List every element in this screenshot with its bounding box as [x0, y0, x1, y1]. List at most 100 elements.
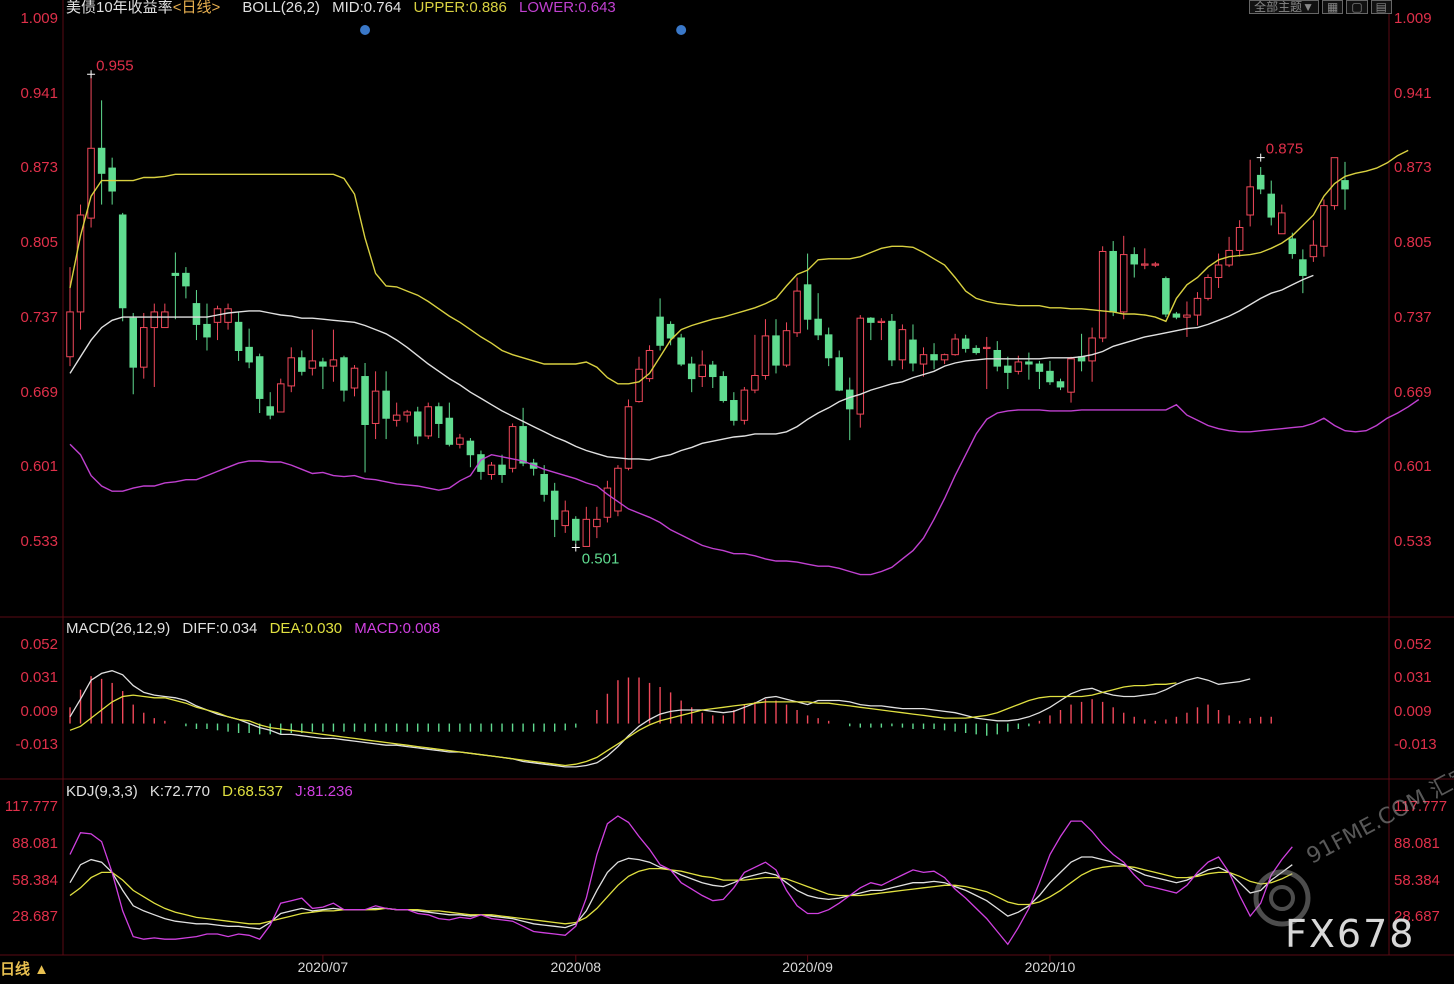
candle-body: [1204, 277, 1212, 299]
y-tick-label-right: 0.052: [1394, 636, 1432, 653]
candle-body: [1109, 250, 1117, 313]
candle-body: [161, 311, 169, 329]
candle-body: [814, 318, 822, 336]
candle-body: [329, 359, 338, 367]
candle-body: [845, 389, 854, 410]
candle-body: [1141, 263, 1149, 266]
y-tick-label-right: 0.805: [1394, 234, 1432, 251]
candle-body: [97, 147, 106, 174]
candle-body: [867, 317, 875, 323]
candle-body: [466, 440, 475, 456]
theme-button[interactable]: 全部主题▼: [1249, 0, 1319, 14]
candle-body: [550, 490, 559, 520]
candle-body: [1162, 278, 1170, 315]
candle-body: [234, 321, 243, 351]
candle-body: [1299, 259, 1307, 276]
y-tick-label-left: 0.601: [20, 458, 58, 475]
event-dot: [676, 25, 687, 35]
candle-body: [224, 308, 232, 323]
candle-body: [392, 414, 401, 421]
watermark-logo: [1269, 885, 1295, 911]
y-tick-label-left: 0.052: [20, 636, 58, 653]
upper-label: UPPER:0.886: [413, 0, 507, 16]
y-tick-label-right: 0.941: [1394, 85, 1432, 102]
candle-body: [677, 337, 685, 365]
y-tick-label-right: 0.009: [1394, 703, 1432, 720]
kdj-k-line: [69, 856, 1293, 930]
candle-body: [203, 323, 211, 338]
y-tick-label-left: 1.009: [20, 10, 58, 27]
candle-body: [1119, 254, 1128, 313]
kdj-k: K:72.770: [149, 783, 210, 800]
candle-body: [435, 406, 443, 424]
candle-body: [614, 467, 622, 512]
window-icon[interactable]: ▢: [1346, 0, 1368, 14]
candle-body: [730, 400, 738, 421]
y-tick-label-right: 88.081: [1394, 835, 1440, 852]
candle-body: [1025, 361, 1033, 365]
macd-diff: DIFF:0.034: [182, 620, 258, 637]
candle-body: [930, 354, 938, 361]
candle-body: [371, 390, 380, 424]
y-tick-label-left: 0.009: [20, 703, 58, 720]
candle-body: [1309, 244, 1318, 258]
y-tick-label-left: 0.737: [20, 309, 58, 326]
candle-body: [919, 354, 928, 365]
extreme-marker: [1256, 153, 1265, 162]
candle-body: [108, 167, 116, 192]
candle-body: [572, 518, 580, 541]
x-tick-label: 2020/10: [1025, 959, 1076, 975]
candle-body: [824, 334, 833, 359]
layout-icon[interactable]: ▤: [1370, 0, 1392, 14]
candle-body: [687, 363, 696, 380]
y-tick-label-right: 0.533: [1394, 533, 1432, 550]
y-tick-label-left: 88.081: [12, 835, 58, 852]
candle-body: [751, 375, 759, 391]
candle-body: [87, 147, 95, 219]
macd-dea-line: [69, 682, 1177, 767]
high-label: 0.875: [1266, 141, 1304, 158]
candle-body: [856, 317, 865, 415]
grid-icon[interactable]: ▦: [1321, 0, 1344, 14]
candle-body: [424, 406, 433, 437]
candle-body: [635, 368, 643, 403]
y-tick-label-left: 58.384: [12, 872, 58, 889]
candle-body: [255, 356, 264, 399]
candle-body: [1046, 370, 1054, 383]
candle-body: [192, 303, 201, 325]
event-dot: [360, 25, 371, 35]
candle-body: [782, 330, 791, 366]
y-tick-label-left: 0.805: [20, 234, 58, 251]
chart-root: 1.009 1.009 0.941 0.941 0.873 0.873 0.805 0.805…: [0, 0, 1454, 975]
y-tick-label-right: 1.009: [1394, 10, 1432, 27]
candle-body: [540, 474, 548, 495]
candle-body: [709, 364, 717, 378]
candle-body: [361, 376, 369, 425]
macd-dea: DEA:0.030: [269, 620, 343, 637]
mid-label: MID:0.764: [332, 0, 402, 16]
period-label[interactable]: <日线>: [173, 0, 221, 16]
candle-body: [1193, 297, 1202, 316]
low-label: 0.501: [582, 550, 620, 567]
candle-body: [803, 284, 812, 320]
candle-body: [340, 357, 348, 391]
period-toggle[interactable]: 日线 ▲: [0, 958, 49, 979]
y-tick-label-left: 0.031: [20, 669, 58, 686]
candle-body: [445, 417, 454, 445]
candle-body: [319, 361, 327, 367]
candle-body: [1151, 263, 1160, 266]
candle-body: [951, 338, 959, 356]
x-tick-label: 2020/08: [550, 959, 601, 975]
kdj-name: KDJ(9,3,3): [66, 783, 138, 800]
y-tick-label-right: 0.669: [1394, 384, 1432, 401]
candle-body: [1130, 254, 1139, 265]
candle-body: [508, 426, 517, 469]
candle-body: [940, 354, 949, 361]
candle-body: [266, 406, 274, 416]
candle-body: [150, 311, 159, 329]
candle-body: [898, 329, 907, 361]
kdj-legend: KDJ(9,3,3) K:72.770 D:68.537 J:81.236: [66, 783, 361, 800]
candle-body: [719, 376, 728, 402]
y-tick-label-right: 0.873: [1394, 159, 1432, 176]
candle-body: [245, 346, 253, 363]
